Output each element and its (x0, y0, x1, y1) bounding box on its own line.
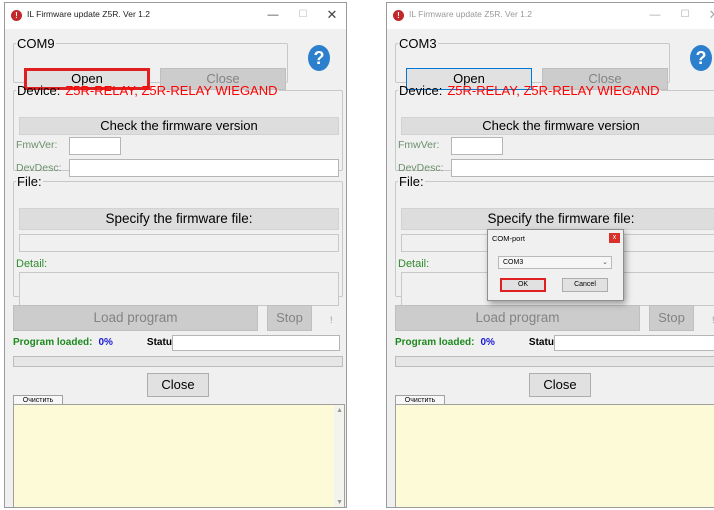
status-row: Program loaded: 0% Status: (13, 337, 181, 348)
fmwver-label: FmwVer: (398, 139, 440, 151)
fmwver-field[interactable] (451, 137, 503, 155)
device-legend: Device: Z5R-RELAY, Z5R-RELAY WIEGAND (398, 84, 661, 97)
firmware-window-com9: ! IL Firmware update Z5R. Ver 1.2 — ☐ ✕ … (4, 2, 347, 508)
com-port-group: COM9 Open Close (13, 36, 288, 90)
check-firmware-button[interactable]: Check the firmware version (19, 117, 339, 135)
progress-bar (13, 356, 343, 367)
title-bar[interactable]: ! IL Firmware update Z5R. Ver 1.2 — ☐ ✕ (5, 3, 346, 29)
load-program-button[interactable]: Load program (395, 305, 640, 331)
close-icon[interactable]: ✕ (704, 7, 714, 23)
load-program-button[interactable]: Load program (13, 305, 258, 331)
status-field (172, 335, 340, 351)
close-button[interactable]: Close (529, 373, 591, 397)
stop-button[interactable]: Stop (267, 305, 312, 331)
minimize-icon[interactable]: — (263, 7, 283, 23)
check-firmware-button[interactable]: Check the firmware version (401, 117, 714, 135)
status-row: Program loaded: 0% Status: (395, 337, 563, 348)
chevron-down-icon[interactable]: ⌄ (602, 257, 608, 268)
maximize-icon[interactable]: ☐ (293, 7, 313, 23)
file-group: File: Specify the firmware file: Detail: (13, 174, 343, 306)
firmware-window-com3: ! IL Firmware update Z5R. Ver 1.2 — ☐ ✕ … (386, 2, 714, 508)
help-icon[interactable]: ? (690, 45, 712, 71)
log-area[interactable]: ▲ ▼ (395, 404, 714, 507)
help-icon[interactable]: ? (308, 45, 330, 71)
cancel-button[interactable]: Cancel (562, 278, 608, 292)
device-legend: Device: Z5R-RELAY, Z5R-RELAY WIEGAND (16, 84, 279, 97)
device-group: Device: Z5R-RELAY, Z5R-RELAY WIEGAND Chec… (13, 84, 343, 177)
close-icon[interactable]: ✕ (322, 7, 342, 23)
specify-firmware-button[interactable]: Specify the firmware file: (401, 208, 714, 230)
dialog-close-icon[interactable]: x (609, 233, 620, 243)
scroll-down-icon[interactable]: ▼ (336, 499, 343, 506)
progress-bar (395, 356, 714, 367)
file-label: File: (399, 174, 424, 189)
log-area[interactable]: ▲ ▼ (13, 404, 345, 507)
file-path-field (19, 234, 339, 252)
ok-button[interactable]: OK (500, 278, 546, 292)
device-name: Z5R-RELAY, Z5R-RELAY WIEGAND (447, 83, 660, 98)
device-label: Device: (399, 83, 443, 98)
fmwver-field[interactable] (69, 137, 121, 155)
app-icon: ! (393, 10, 404, 21)
minimize-icon[interactable]: — (645, 7, 665, 23)
app-icon: ! (11, 10, 22, 21)
detail-label: Detail: (398, 258, 430, 270)
specify-firmware-button[interactable]: Specify the firmware file: (19, 208, 339, 230)
device-name: Z5R-RELAY, Z5R-RELAY WIEGAND (65, 83, 278, 98)
dialog-title: COM-port (492, 234, 525, 243)
progress-percent: 0% (480, 337, 495, 348)
close-button[interactable]: Close (147, 373, 209, 397)
com-port-label: COM9 (17, 36, 55, 51)
log-scrollbar[interactable]: ▲ ▼ (334, 405, 344, 507)
com-port-label: COM3 (399, 36, 437, 51)
window-title: IL Firmware update Z5R. Ver 1.2 (27, 9, 150, 19)
devdesc-label: DevDesc: (16, 162, 62, 174)
window-title: IL Firmware update Z5R. Ver 1.2 (409, 9, 532, 19)
program-loaded-label: Program loaded: (395, 337, 475, 348)
status-field (554, 335, 714, 351)
selected-port: COM3 (503, 259, 524, 266)
stop-button[interactable]: Stop (649, 305, 694, 331)
com-port-group: COM3 Open Close (395, 36, 670, 90)
com-port-select[interactable]: COM3 ⌄ (498, 256, 612, 269)
indicator-mark: ! (330, 315, 333, 325)
file-label: File: (17, 174, 42, 189)
program-loaded-label: Program loaded: (13, 337, 93, 348)
title-bar[interactable]: ! IL Firmware update Z5R. Ver 1.2 — ☐ ✕ (387, 3, 714, 29)
detail-box (19, 272, 339, 306)
detail-label: Detail: (16, 258, 48, 270)
com-port-dialog: COM-port x COM3 ⌄ OK Cancel (487, 229, 624, 301)
maximize-icon[interactable]: ☐ (675, 7, 695, 23)
scroll-up-icon[interactable]: ▲ (336, 407, 343, 414)
devdesc-label: DevDesc: (398, 162, 444, 174)
device-label: Device: (17, 83, 61, 98)
progress-percent: 0% (98, 337, 113, 348)
fmwver-label: FmwVer: (16, 139, 58, 151)
device-group: Device: Z5R-RELAY, Z5R-RELAY WIEGAND Chec… (395, 84, 714, 177)
